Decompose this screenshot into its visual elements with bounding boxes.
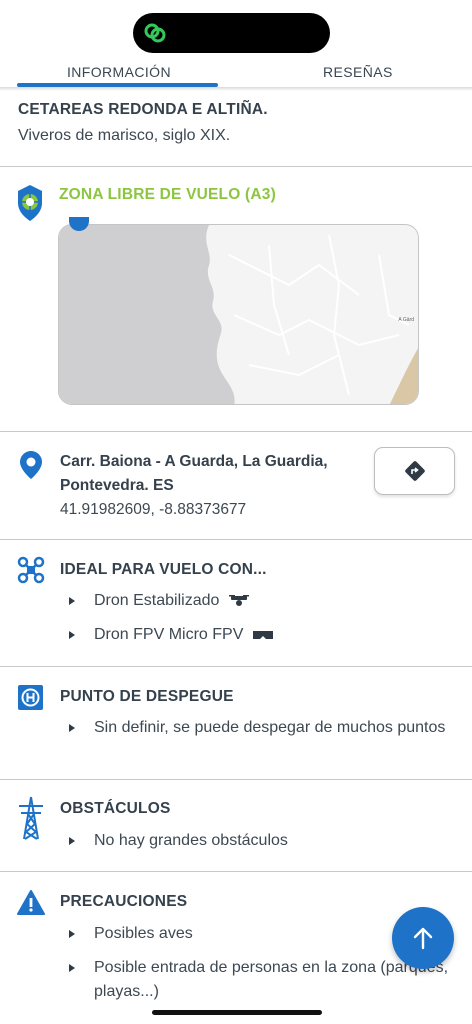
arrow-up-icon — [413, 927, 433, 950]
divider — [0, 871, 472, 872]
bullet-icon — [69, 837, 75, 845]
tab-bar: INFORMACIÓN RESEÑAS — [0, 56, 472, 88]
divider — [0, 166, 472, 167]
bullet-icon — [69, 724, 75, 732]
divider — [0, 666, 472, 667]
tab-informacion[interactable]: INFORMACIÓN — [67, 64, 171, 80]
fpv-goggles-icon — [252, 630, 273, 639]
directions-button[interactable] — [374, 447, 455, 495]
helipad-icon — [18, 685, 43, 710]
dynamic-island — [133, 13, 330, 53]
drone-icon — [17, 556, 45, 584]
directions-icon — [404, 461, 425, 481]
spot-name: CETAREAS REDONDA E ALTIÑA. — [18, 101, 268, 118]
zone-map[interactable]: A Gärd — [58, 224, 419, 405]
divider — [0, 539, 472, 540]
takeoff-title: PUNTO DE DESPEGUE — [60, 688, 234, 705]
ideal-flight-item: Dron Estabilizado — [94, 589, 250, 613]
power-tower-icon — [19, 796, 43, 840]
address-text: Carr. Baiona - A Guarda, La Guardia, Pon… — [60, 453, 328, 494]
ideal-flight-item: Dron FPV Micro FPV — [94, 623, 274, 647]
zone-label: ZONA LIBRE DE VUELO (A3) — [59, 186, 276, 203]
precautions-item: Posibles aves — [94, 925, 193, 942]
map-graphic — [59, 225, 418, 404]
coordinates-text: 41.91982609, -8.88373677 — [60, 501, 247, 518]
scroll-to-top-button[interactable] — [392, 907, 454, 969]
link-app-icon — [144, 23, 166, 43]
divider — [0, 431, 472, 432]
stabilized-drone-icon — [228, 594, 249, 606]
tab-resenas[interactable]: RESEÑAS — [323, 64, 393, 80]
ideal-flight-title: IDEAL PARA VUELO CON... — [60, 561, 267, 578]
map-place-label: A Gärd — [398, 317, 414, 323]
bullet-icon — [69, 930, 75, 938]
tab-bar-shadow — [0, 87, 472, 91]
divider — [0, 779, 472, 780]
bullet-icon — [69, 631, 75, 639]
precautions-title: PRECAUCIONES — [60, 893, 188, 910]
spot-subtitle: Viveros de marisco, siglo XIX. — [18, 127, 231, 144]
bullet-icon — [69, 597, 75, 605]
warning-icon — [17, 890, 45, 915]
obstacles-title: OBSTÁCULOS — [60, 800, 171, 817]
bullet-icon — [69, 964, 75, 972]
obstacles-item: No hay grandes obstáculos — [94, 832, 288, 849]
location-pin-icon — [20, 451, 42, 479]
home-indicator[interactable] — [152, 1010, 322, 1015]
takeoff-item: Sin definir, se puede despegar de muchos… — [94, 719, 446, 736]
zone-shield-icon — [18, 185, 42, 221]
